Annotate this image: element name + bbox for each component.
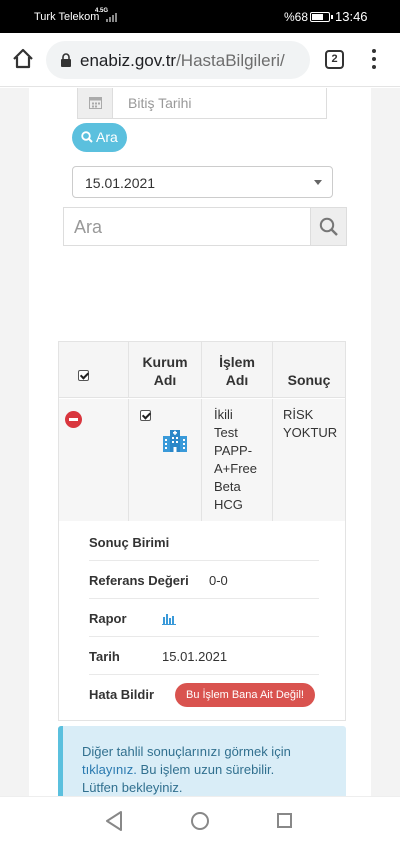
detail-value: 15.01.2021 xyxy=(162,649,228,664)
table-search: Ara xyxy=(63,207,347,246)
status-bar: Turk Telekom 4.5G %68 13:46 xyxy=(0,0,400,33)
islem-adi-value: İkili Test PAPP- A+Free Beta HCG xyxy=(214,407,257,512)
row-kurum-cell xyxy=(129,399,202,521)
url-path: /HastaBilgileri/ xyxy=(176,51,285,70)
carrier-name: Turk Telekom xyxy=(34,11,100,23)
tab-switcher-button[interactable]: 2 xyxy=(325,50,344,69)
end-date-placeholder: Bitiş Tarihi xyxy=(128,95,192,111)
home-icon[interactable] xyxy=(10,46,36,72)
row-islem-cell: İkili Test PAPP- A+Free Beta HCG xyxy=(202,399,273,521)
system-nav-bar xyxy=(0,796,400,844)
header-label: İşlem Adı xyxy=(219,354,255,388)
info-line3: Lütfen bekleyiniz. xyxy=(82,780,183,795)
detail-sonuc-birimi: Sonuç Birimi xyxy=(89,523,319,561)
url-domain: enabiz.gov.tr xyxy=(80,51,177,70)
sonuc-value: RİSK YOKTUR xyxy=(283,407,338,440)
detail-label: Rapor xyxy=(89,611,127,626)
info-text: Diğer tahlil sonuçlarınızı görmek için t… xyxy=(82,743,332,796)
header-kurum-adi: Kurum Adı xyxy=(129,342,202,398)
detail-label: Referans Değeri xyxy=(89,573,189,588)
clock: 13:46 xyxy=(335,9,368,24)
url-text: enabiz.gov.tr/HastaBilgileri/ xyxy=(80,51,285,71)
more-results-link[interactable]: tıklayınız. xyxy=(82,762,137,777)
search-button-label: Ara xyxy=(96,129,118,145)
detail-label: Hata Bildir xyxy=(89,687,155,702)
signal-icon xyxy=(106,12,118,22)
table-search-placeholder: Ara xyxy=(74,217,103,237)
browser-toolbar: enabiz.gov.tr/HastaBilgileri/ 2 xyxy=(0,33,400,87)
not-mine-button[interactable]: Bu İşlem Bana Ait Değil! xyxy=(175,683,315,707)
search-button[interactable]: Ara xyxy=(72,123,127,152)
chevron-down-icon xyxy=(314,180,322,185)
row-checkbox[interactable] xyxy=(140,410,151,421)
header-sonuc: Sonuç xyxy=(273,342,345,398)
hospital-building-icon xyxy=(162,427,188,458)
content-panel: Bitiş Tarihi Ara 15.01.2021 Ara Kurum Ad… xyxy=(29,88,371,796)
table-header: Kurum Adı İşlem Adı Sonuç xyxy=(59,342,345,398)
battery-icon xyxy=(310,12,333,22)
date-select-value: 15.01.2021 xyxy=(85,175,156,191)
header-select-all xyxy=(59,342,129,398)
detail-referans: Referans Değeri 0-0 xyxy=(89,561,319,599)
results-table: Kurum Adı İşlem Adı Sonuç İkili Test PAP… xyxy=(58,341,346,721)
calendar-icon xyxy=(89,96,102,109)
home-circle-icon[interactable] xyxy=(191,812,209,830)
info-line2: Bu işlem uzun sürebilir. xyxy=(136,762,275,777)
detail-tarih: Tarih 15.01.2021 xyxy=(89,637,319,675)
report-chart-icon[interactable] xyxy=(162,612,176,628)
battery-percent: %68 xyxy=(284,10,309,24)
calendar-addon xyxy=(78,88,113,118)
end-date-field[interactable]: Bitiş Tarihi xyxy=(77,88,327,119)
table-search-button[interactable] xyxy=(310,207,347,246)
detail-rapor: Rapor xyxy=(89,599,319,637)
header-islem-adi: İşlem Adı xyxy=(202,342,273,398)
detail-label: Sonuç Birimi xyxy=(89,535,170,550)
magnifier-icon xyxy=(319,217,338,236)
row-sonuc-cell: RİSK YOKTUR xyxy=(273,399,345,521)
more-menu-icon[interactable] xyxy=(364,49,384,71)
lock-icon xyxy=(60,53,72,67)
header-label: Sonuç xyxy=(287,372,331,388)
select-all-checkbox[interactable] xyxy=(78,370,89,381)
collapse-row-icon[interactable] xyxy=(65,411,82,428)
recent-apps-icon[interactable] xyxy=(277,813,292,828)
header-label: Kurum Adı xyxy=(142,354,188,388)
back-icon[interactable] xyxy=(105,811,123,836)
row-toggle-cell xyxy=(59,399,129,521)
table-search-input[interactable]: Ara xyxy=(63,207,310,246)
date-select[interactable]: 15.01.2021 xyxy=(72,166,333,198)
table-row: İkili Test PAPP- A+Free Beta HCG RİSK YO… xyxy=(59,399,345,521)
info-line1: Diğer tahlil sonuçlarınızı görmek için xyxy=(82,744,291,759)
search-icon xyxy=(81,131,93,143)
url-bar[interactable]: enabiz.gov.tr/HastaBilgileri/ xyxy=(46,41,310,79)
detail-hata-bildir: Hata Bildir Bu İşlem Bana Ait Değil! xyxy=(89,675,319,713)
detail-value: 0-0 xyxy=(209,573,228,588)
detail-label: Tarih xyxy=(89,649,120,664)
info-alert: Diğer tahlil sonuçlarınızı görmek için t… xyxy=(58,726,346,796)
page-content: Bitiş Tarihi Ara 15.01.2021 Ara Kurum Ad… xyxy=(0,88,400,796)
